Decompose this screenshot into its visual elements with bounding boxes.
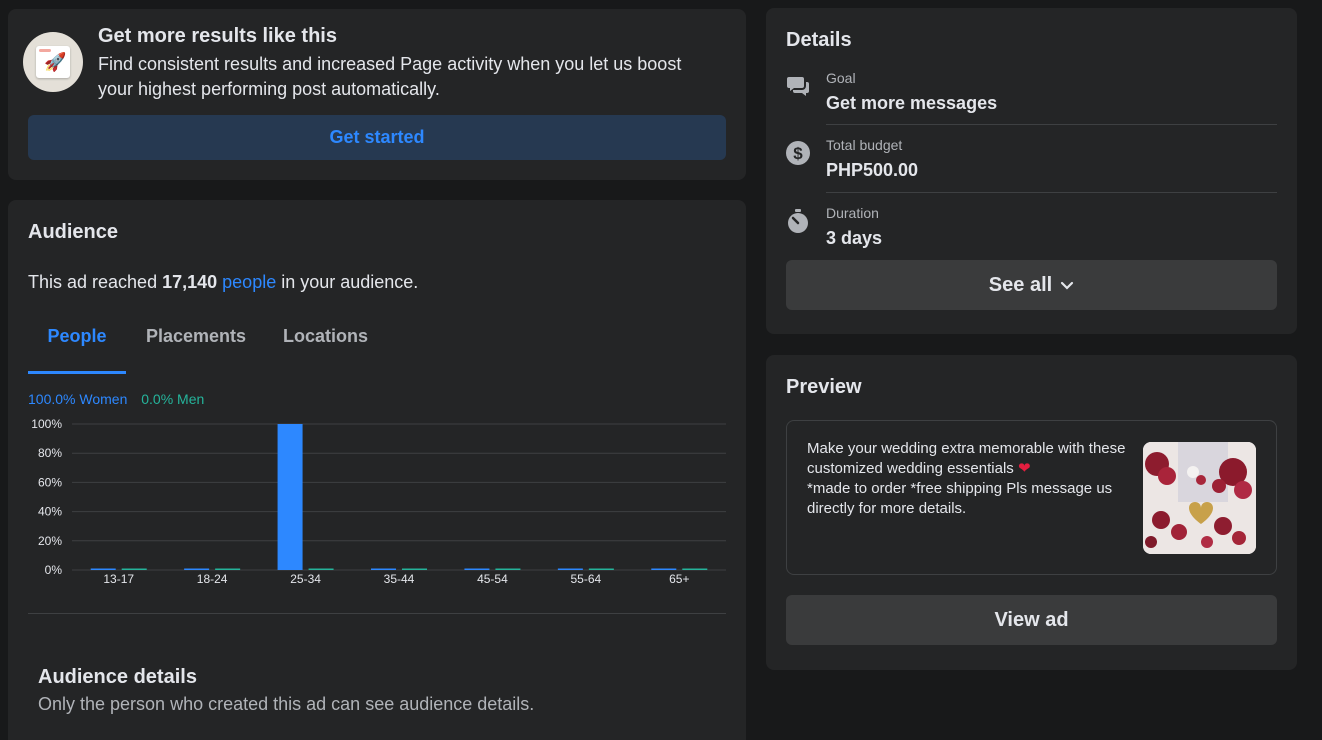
bar-men-18-24	[215, 568, 241, 570]
details-title: Details	[786, 29, 852, 51]
x-tick-label: 13-17	[103, 572, 134, 586]
x-tick-label: 65+	[669, 572, 689, 586]
x-tick-label: 25-34	[290, 572, 321, 586]
heart-icon: ❤	[1017, 460, 1031, 477]
bar-men-13-17	[121, 568, 147, 570]
x-tick-label: 35-44	[384, 572, 415, 586]
dollar-icon: $	[786, 141, 810, 165]
get-started-button[interactable]: Get started	[28, 115, 726, 160]
detail-row-budget: $ Total budget PHP500.00	[786, 137, 1277, 193]
rocket-icon: 🚀	[44, 52, 67, 72]
bar-women-18-24	[184, 568, 210, 570]
bar-women-25-34	[277, 424, 303, 570]
detail-label: Goal	[826, 70, 856, 86]
audience-reach-text: This ad reached 17,140 people in your au…	[28, 272, 419, 292]
y-tick-label: 100%	[31, 417, 62, 431]
audience-title: Audience	[28, 221, 119, 243]
svg-text:$: $	[793, 144, 803, 163]
y-tick-label: 40%	[38, 505, 62, 519]
chevron-down-icon	[1061, 281, 1074, 290]
preview-title: Preview	[786, 376, 862, 398]
y-tick-label: 20%	[38, 534, 62, 548]
view-ad-button[interactable]: View ad	[786, 595, 1277, 645]
bar-women-65+	[651, 568, 677, 570]
bar-women-45-54	[464, 568, 490, 570]
reach-count: 17,140	[162, 272, 218, 292]
x-tick-label: 55-64	[571, 572, 602, 586]
audience-card: Audience This ad reached 17,140 people i…	[8, 200, 746, 740]
legend-women: 100.0% Women	[28, 391, 128, 407]
boost-card: 🚀 Get more results like this Find consis…	[8, 9, 746, 180]
stopwatch-icon	[788, 209, 808, 233]
bar-women-35-44	[371, 568, 396, 570]
bar-men-65+	[682, 568, 708, 570]
divider	[28, 613, 726, 614]
bar-women-13-17	[90, 568, 116, 570]
bar-men-55-64	[588, 568, 614, 570]
x-tick-label: 18-24	[197, 572, 228, 586]
bar-women-55-64	[557, 568, 583, 570]
ad-preview[interactable]: Make your wedding extra memorable with t…	[786, 420, 1277, 575]
legend-men: 0.0% Men	[141, 391, 205, 407]
y-tick-label: 0%	[45, 563, 63, 577]
boost-title: Get more results like this	[98, 25, 337, 47]
chart-legend: 100.0% Women 0.0% Men	[28, 391, 204, 407]
audience-tabs: People Placements Locations	[28, 312, 728, 374]
tab-placements[interactable]: Placements	[146, 312, 246, 374]
see-all-button[interactable]: See all	[786, 260, 1277, 310]
y-tick-label: 80%	[38, 446, 62, 460]
bar-men-45-54	[495, 568, 521, 570]
detail-label: Duration	[826, 205, 879, 221]
audience-details-text: Only the person who created this ad can …	[38, 694, 535, 714]
ad-thumbnail	[1143, 442, 1256, 554]
people-link[interactable]: people	[222, 272, 276, 292]
messages-icon	[787, 77, 809, 96]
details-card: Details Goal Get more messages $ Total b…	[766, 8, 1297, 334]
detail-row-goal: Goal Get more messages	[786, 70, 1277, 125]
x-tick-label: 45-54	[477, 572, 508, 586]
ad-text: Make your wedding extra memorable with t…	[807, 440, 1126, 517]
boost-description: Find consistent results and increased Pa…	[98, 54, 682, 99]
audience-details-title: Audience details	[38, 666, 197, 688]
tab-locations[interactable]: Locations	[283, 312, 373, 374]
tab-people[interactable]: People	[28, 312, 126, 374]
y-tick-label: 60%	[38, 475, 62, 489]
bar-men-35-44	[402, 568, 427, 570]
detail-value: 3 days	[826, 228, 883, 248]
detail-value: PHP500.00	[826, 160, 919, 180]
age-gender-chart: 0% 20% 40% 60% 80% 100% 13-17 18-24 25-34 35-44 45…	[31, 417, 726, 586]
detail-row-duration: Duration 3 days	[786, 205, 1277, 255]
detail-label: Total budget	[826, 137, 903, 153]
preview-card: Preview Make your wedding extra memorabl…	[766, 355, 1297, 670]
detail-value: Get more messages	[826, 93, 998, 113]
boost-illustration: 🚀	[23, 32, 83, 92]
bar-men-25-34	[308, 568, 334, 570]
